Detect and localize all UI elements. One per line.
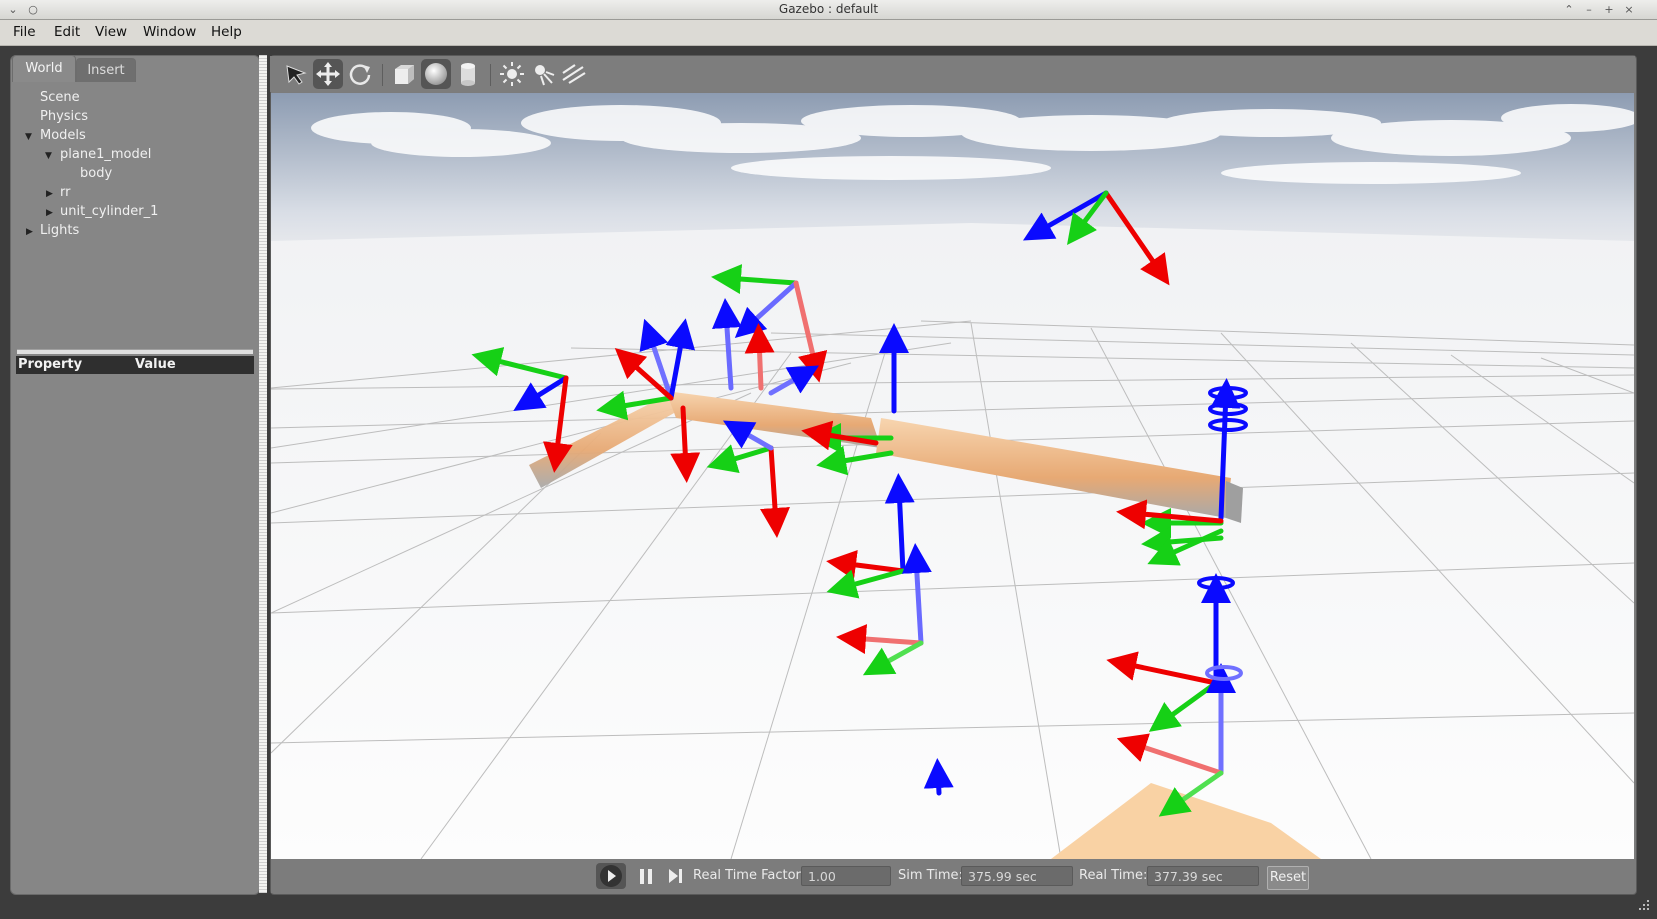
3d-viewport[interactable] [271,93,1634,859]
spot-light-icon[interactable] [528,59,558,89]
menu-window[interactable]: Window [143,24,196,40]
step-button[interactable] [661,863,691,889]
tab-insert[interactable]: Insert [76,58,136,82]
reset-button[interactable]: Reset [1267,866,1309,890]
resize-grip-icon[interactable] [1637,898,1651,912]
expand-right-icon[interactable]: ▶ [26,227,33,237]
window-sticky-icon[interactable]: ○ [24,0,42,19]
tree-item-body[interactable]: body [80,166,112,181]
tree-item-scene[interactable]: Scene [40,90,80,105]
real-time-factor-value: 1.00 [801,866,891,886]
select-arrow-icon[interactable] [281,59,311,89]
translate-icon[interactable] [313,59,343,89]
expand-down-icon[interactable]: ▼ [45,151,52,161]
real-time-value: 377.39 sec [1147,866,1259,886]
menu-bar: File Edit View Window Help [0,20,1657,46]
window-titlebar: ⌄ ○ Gazebo : default ⌃ – + × [0,0,1657,20]
menu-edit[interactable]: Edit [54,24,80,40]
tree-item-plane1-model[interactable]: plane1_model [60,147,151,162]
close-icon[interactable]: × [1620,0,1638,19]
minimize-icon[interactable]: – [1580,0,1598,19]
sim-time-label: Sim Time: [898,868,963,883]
directional-light-icon[interactable] [559,59,589,89]
box-icon[interactable] [389,59,419,89]
menu-view[interactable]: View [95,24,127,40]
vertical-splitter[interactable] [259,55,267,893]
scene-graphics [271,104,1634,859]
bottom-strip [0,895,1657,919]
property-header: Property Value [16,356,254,374]
expand-right-icon[interactable]: ▶ [46,189,53,199]
rotate-icon[interactable] [345,59,375,89]
panel-splitter[interactable] [17,349,253,354]
window-menu-icon[interactable]: ⌄ [4,0,22,19]
tree-item-lights[interactable]: Lights [40,223,79,238]
tab-world[interactable]: World [12,55,76,82]
menu-help[interactable]: Help [211,24,242,40]
sphere-icon[interactable] [421,59,451,89]
sim-time-value: 375.99 sec [961,866,1073,886]
real-time-factor-label: Real Time Factor: [693,868,806,883]
toolbar-separator [382,64,383,86]
real-time-label: Real Time: [1079,868,1148,883]
window-title: Gazebo : default [778,2,879,16]
point-light-icon[interactable] [497,59,527,89]
expand-right-icon[interactable]: ▶ [46,208,53,218]
tree-item-rr[interactable]: rr [60,185,70,200]
pause-button[interactable] [631,863,661,889]
window-shade-icon[interactable]: ⌃ [1560,0,1578,19]
left-panel [10,55,260,895]
value-column-label: Value [135,357,176,372]
maximize-icon[interactable]: + [1600,0,1618,19]
menu-file[interactable]: File [13,24,36,40]
toolbar-separator [490,64,491,86]
tree-item-models[interactable]: Models [40,128,86,143]
property-column-label: Property [18,357,83,372]
cylinder-icon[interactable] [453,59,483,89]
play-button[interactable] [596,863,626,889]
expand-down-icon[interactable]: ▼ [25,132,32,142]
tree-item-unit-cylinder[interactable]: unit_cylinder_1 [60,204,158,219]
tree-item-physics[interactable]: Physics [40,109,88,124]
